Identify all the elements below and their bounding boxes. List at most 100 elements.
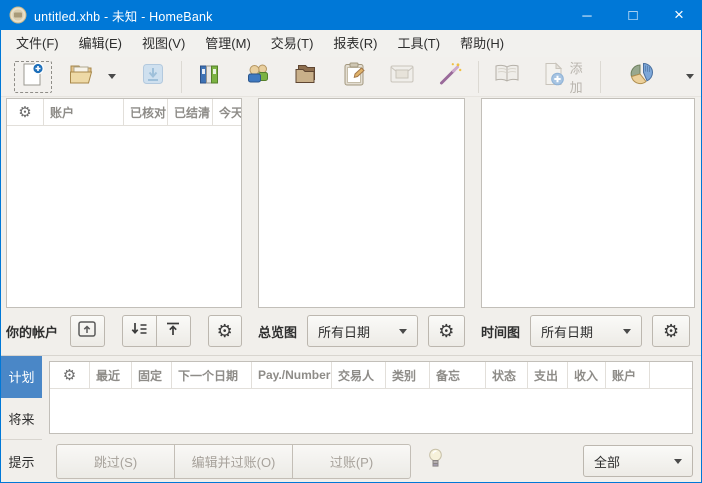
open-file-button[interactable] (61, 60, 101, 94)
gear-icon: ⚙ (662, 321, 680, 341)
column-header-fixed[interactable]: 固定 (132, 362, 172, 388)
column-header-payee[interactable]: 交易人 (332, 362, 386, 388)
add-transaction-button[interactable]: 添加 (537, 60, 593, 95)
magic-wand-icon (438, 62, 462, 91)
close-button[interactable]: × (656, 0, 701, 30)
mail-button[interactable] (382, 60, 422, 94)
new-file-button[interactable] (13, 60, 53, 94)
show-all-accounts-button[interactable] (70, 315, 105, 347)
accounts-list-box: ⚙ 账户 已核对 已结清 今天 (6, 98, 242, 308)
time-label: 时间图 (481, 324, 521, 340)
column-header-late[interactable]: 最近 (90, 362, 132, 388)
open-recent-dropdown[interactable] (101, 60, 123, 94)
time-range-value: 所有日期 (541, 324, 594, 340)
manage-payees-button[interactable] (238, 60, 278, 94)
tab-future[interactable]: 将来 (1, 398, 42, 440)
overview-panel: 总览图 所有日期 ⚙ (258, 98, 465, 354)
column-header-income[interactable]: 收入 (568, 362, 606, 388)
menu-item-manage[interactable]: 管理(M) (195, 31, 261, 57)
time-chart-area (482, 99, 694, 307)
accounts-settings-button[interactable]: ⚙ (207, 315, 242, 347)
column-header-status[interactable]: 状态 (486, 362, 528, 388)
accounts-footer-label: 你的帐户 (6, 324, 59, 340)
save-button[interactable] (133, 60, 173, 94)
menu-item-reports[interactable]: 报表(R) (323, 31, 387, 57)
column-header-memo[interactable]: 备忘 (430, 362, 486, 388)
time-panel: 时间图 所有日期 ⚙ (481, 98, 695, 354)
pie-chart-icon (630, 62, 656, 91)
homebank-window: untitled.xhb - 未知 - HomeBank ─ □ × 文件(F)… (0, 0, 702, 483)
menubar: 文件(F) 编辑(E) 视图(V) 管理(M) 交易(T) 报表(R) 工具(T… (1, 30, 701, 57)
overview-chart-box (258, 98, 465, 308)
time-range-dropdown[interactable]: 所有日期 (530, 315, 643, 347)
tab-tips[interactable]: 提示 (1, 440, 42, 482)
column-header-category[interactable]: 类别 (386, 362, 430, 388)
overview-settings-button[interactable]: ⚙ (427, 315, 465, 347)
minimize-button[interactable]: ─ (564, 0, 610, 30)
expand-collapse-group (121, 315, 191, 347)
collapse-all-icon (165, 322, 181, 341)
column-header-reconciled[interactable]: 已核对 (124, 99, 168, 125)
reports-button[interactable] (623, 60, 663, 94)
column-header-account[interactable]: 账户 (44, 99, 124, 125)
column-header-filler (650, 362, 692, 388)
overview-label: 总览图 (258, 324, 298, 340)
scheduled-filter-dropdown[interactable]: 全部 (583, 445, 693, 477)
manage-archives-button[interactable] (334, 60, 374, 94)
overview-range-value: 所有日期 (318, 324, 371, 340)
tab-scheduled[interactable]: 计划 (1, 356, 42, 398)
gear-icon: ⚙ (62, 366, 77, 384)
toolbar-separator (181, 60, 182, 93)
reports-dropdown[interactable] (679, 60, 701, 94)
menu-item-tools[interactable]: 工具(T) (387, 31, 450, 57)
hint-area (428, 448, 443, 474)
expand-all-icon (130, 322, 148, 341)
skip-button[interactable]: 跳过(S) (56, 443, 175, 479)
scheduled-table: ⚙ 最近 固定 下一个日期 Pay./Number 交易人 类别 备忘 状态 支… (49, 361, 693, 434)
menu-item-help[interactable]: 帮助(H) (450, 31, 514, 57)
overview-range-dropdown[interactable]: 所有日期 (307, 315, 418, 347)
post-button[interactable]: 过账(P) (292, 443, 411, 479)
time-settings-button[interactable]: ⚙ (652, 315, 691, 347)
manage-categories-button[interactable] (286, 60, 326, 94)
accounts-columns-settings[interactable]: ⚙ (7, 99, 44, 125)
accounts-footer: 你的帐户 ⚙ (6, 308, 242, 354)
scheduled-columns-settings[interactable]: ⚙ (50, 362, 90, 388)
manage-accounts-button[interactable] (190, 60, 230, 94)
edit-and-post-button[interactable]: 编辑并过账(O) (174, 443, 293, 479)
column-header-pay-number[interactable]: Pay./Number (252, 362, 332, 388)
accounts-list-body[interactable] (7, 126, 241, 307)
toolbar-separator (477, 60, 479, 93)
menu-item-view[interactable]: 视图(V) (132, 31, 195, 57)
titlebar: untitled.xhb - 未知 - HomeBank ─ □ × (1, 0, 701, 30)
menu-item-edit[interactable]: 编辑(E) (69, 31, 132, 57)
assistant-button[interactable] (430, 60, 470, 94)
column-header-cleared[interactable]: 已结清 (168, 99, 213, 125)
expand-all-button[interactable] (121, 315, 157, 347)
bottom-tabs: 计划 将来 提示 (1, 356, 42, 482)
toolbar: 添加 (1, 57, 701, 97)
accounts-list-header: ⚙ 账户 已核对 已结清 今天 (7, 99, 241, 126)
column-header-today[interactable]: 今天 (213, 99, 241, 125)
column-header-account[interactable]: 账户 (606, 362, 650, 388)
gear-icon: ⚙ (216, 321, 233, 341)
open-book-icon (494, 64, 520, 89)
scheduled-table-header: ⚙ 最近 固定 下一个日期 Pay./Number 交易人 类别 备忘 状态 支… (50, 362, 692, 389)
show-ledger-button[interactable] (487, 60, 527, 94)
save-icon (141, 62, 165, 91)
chevron-down-icon (686, 74, 695, 79)
maximize-button[interactable]: □ (610, 0, 656, 30)
chevron-down-icon (623, 328, 632, 334)
scheduled-table-body[interactable] (50, 389, 692, 433)
lightbulb-icon (428, 448, 443, 474)
toolbar-separator (600, 60, 602, 93)
new-file-icon (22, 62, 44, 91)
app-icon (9, 6, 27, 24)
time-chart-box (481, 98, 695, 308)
column-header-expense[interactable]: 支出 (528, 362, 568, 388)
menu-item-file[interactable]: 文件(F) (6, 31, 69, 57)
payees-icon (246, 63, 270, 90)
menu-item-transactions[interactable]: 交易(T) (261, 31, 324, 57)
column-header-next-date[interactable]: 下一个日期 (172, 362, 252, 388)
collapse-all-button[interactable] (155, 315, 191, 347)
